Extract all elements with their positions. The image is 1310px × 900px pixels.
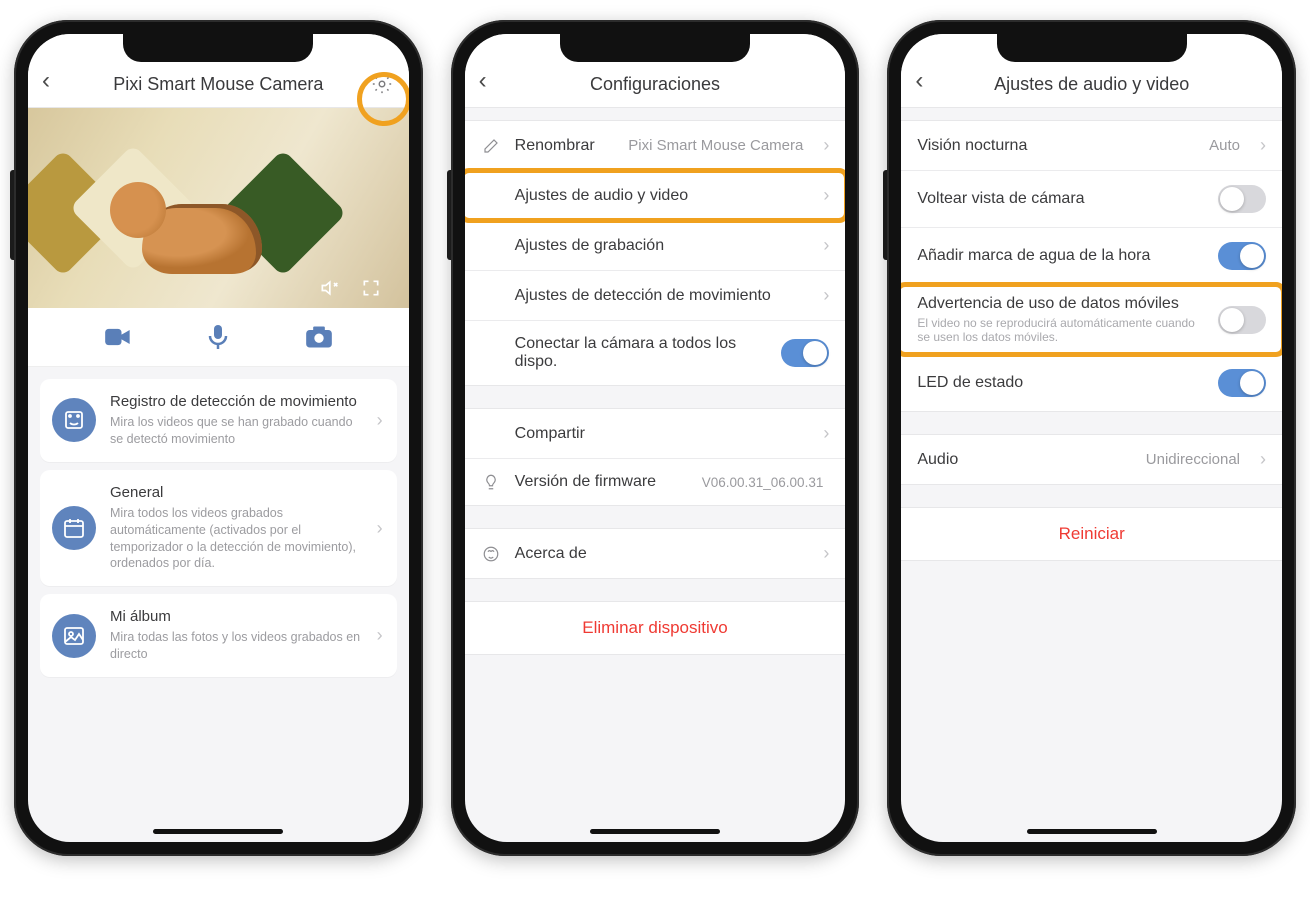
phone-frame-3: ‹ Ajustes de audio y video Visión noctur… bbox=[887, 20, 1296, 856]
card-title: Mi álbum bbox=[110, 608, 363, 625]
chevron-right-icon: › bbox=[823, 285, 829, 306]
fullscreen-icon[interactable] bbox=[361, 278, 381, 298]
row-value: V06.00.31_06.00.31 bbox=[702, 475, 824, 490]
card-subtitle: Mira todos los videos grabados automátic… bbox=[110, 505, 363, 573]
av-group-main: Visión nocturna Auto › Voltear vista de … bbox=[901, 120, 1282, 412]
row-label: Conectar la cámara a todos los dispo. bbox=[515, 335, 768, 371]
toggle-connect-all[interactable] bbox=[781, 339, 829, 367]
card-general[interactable]: General Mira todos los videos grabados a… bbox=[40, 470, 397, 587]
callout-circle bbox=[357, 72, 409, 126]
row-status-led[interactable]: LED de estado bbox=[901, 355, 1282, 411]
phone-frame-1: ‹ Pixi Smart Mouse Camera bbox=[14, 20, 423, 856]
row-label: Audio bbox=[917, 451, 1131, 469]
snapshot-button[interactable] bbox=[304, 324, 334, 350]
chevron-right-icon: › bbox=[377, 410, 383, 431]
row-label: Advertencia de uso de datos móviles bbox=[917, 295, 1204, 313]
chevron-right-icon: › bbox=[377, 518, 383, 539]
row-label: LED de estado bbox=[917, 374, 1204, 392]
restart-button[interactable]: Reiniciar bbox=[901, 507, 1282, 561]
row-label: Añadir marca de agua de la hora bbox=[917, 247, 1204, 265]
page-title: Pixi Smart Mouse Camera bbox=[68, 74, 369, 95]
screen-3: ‹ Ajustes de audio y video Visión noctur… bbox=[901, 34, 1282, 842]
row-label: Ajustes de grabación bbox=[515, 237, 810, 255]
row-value: Auto bbox=[1209, 137, 1240, 154]
row-audio-video[interactable]: Ajustes de audio y video › bbox=[465, 171, 846, 221]
recordings-list: Registro de detección de movimiento Mira… bbox=[28, 367, 409, 697]
row-label: Visión nocturna bbox=[917, 137, 1195, 155]
chevron-right-icon: › bbox=[1260, 135, 1266, 156]
chevron-right-icon: › bbox=[823, 185, 829, 206]
screen-2: ‹ Configuraciones Renombrar Pixi Smart M… bbox=[465, 34, 846, 842]
row-night-vision[interactable]: Visión nocturna Auto › bbox=[901, 121, 1282, 171]
chevron-right-icon: › bbox=[823, 423, 829, 444]
row-label: Voltear vista de cámara bbox=[917, 190, 1204, 208]
notch bbox=[560, 34, 750, 62]
settings-group-about: Acerca de › bbox=[465, 528, 846, 579]
chevron-right-icon: › bbox=[1260, 449, 1266, 470]
home-indicator[interactable] bbox=[590, 829, 720, 834]
chevron-right-icon: › bbox=[823, 543, 829, 564]
album-icon bbox=[52, 614, 96, 658]
row-label: Renombrar bbox=[515, 137, 615, 155]
home-indicator[interactable] bbox=[1027, 829, 1157, 834]
camera-feed[interactable] bbox=[28, 108, 409, 308]
chevron-right-icon: › bbox=[377, 625, 383, 646]
card-subtitle: Mira los videos que se han grabado cuand… bbox=[110, 414, 363, 448]
row-recording[interactable]: Ajustes de grabación › bbox=[465, 221, 846, 271]
notch bbox=[123, 34, 313, 62]
row-about[interactable]: Acerca de › bbox=[465, 529, 846, 578]
row-value: Unidireccional bbox=[1146, 451, 1240, 468]
row-audio[interactable]: Audio Unidireccional › bbox=[901, 435, 1282, 484]
info-icon bbox=[481, 545, 501, 563]
page-title: Ajustes de audio y video bbox=[941, 74, 1242, 95]
edit-icon bbox=[481, 137, 501, 155]
row-value: Pixi Smart Mouse Camera bbox=[628, 137, 803, 154]
settings-group-main: Renombrar Pixi Smart Mouse Camera › Ajus… bbox=[465, 120, 846, 386]
card-title: Registro de detección de movimiento bbox=[110, 393, 363, 410]
row-motion-detection[interactable]: Ajustes de detección de movimiento › bbox=[465, 271, 846, 321]
mic-button[interactable] bbox=[203, 324, 233, 350]
settings-group-info: Compartir › Versión de firmware V06.00.3… bbox=[465, 408, 846, 506]
chevron-right-icon: › bbox=[823, 235, 829, 256]
motion-icon bbox=[52, 398, 96, 442]
row-connect-all[interactable]: Conectar la cámara a todos los dispo. bbox=[465, 321, 846, 385]
delete-device-button[interactable]: Eliminar dispositivo bbox=[465, 601, 846, 655]
back-button[interactable]: ‹ bbox=[479, 67, 505, 95]
chevron-right-icon: › bbox=[823, 135, 829, 156]
toggle-flip[interactable] bbox=[1218, 185, 1266, 213]
card-album[interactable]: Mi álbum Mira todas las fotos y los vide… bbox=[40, 594, 397, 677]
notch bbox=[997, 34, 1187, 62]
av-group-audio: Audio Unidireccional › bbox=[901, 434, 1282, 485]
back-button[interactable]: ‹ bbox=[915, 67, 941, 95]
page-title: Configuraciones bbox=[505, 74, 806, 95]
row-rename[interactable]: Renombrar Pixi Smart Mouse Camera › bbox=[465, 121, 846, 171]
toggle-watermark[interactable] bbox=[1218, 242, 1266, 270]
record-button[interactable] bbox=[103, 324, 133, 350]
toggle-led[interactable] bbox=[1218, 369, 1266, 397]
card-title: General bbox=[110, 484, 363, 501]
row-label: Ajustes de detección de movimiento bbox=[515, 287, 810, 305]
screen-1: ‹ Pixi Smart Mouse Camera bbox=[28, 34, 409, 842]
toggle-mobile-warning[interactable] bbox=[1218, 306, 1266, 334]
row-label: Acerca de bbox=[515, 545, 810, 563]
card-motion[interactable]: Registro de detección de movimiento Mira… bbox=[40, 379, 397, 462]
home-indicator[interactable] bbox=[153, 829, 283, 834]
row-share[interactable]: Compartir › bbox=[465, 409, 846, 459]
mute-icon[interactable] bbox=[319, 278, 339, 298]
row-mobile-warning[interactable]: Advertencia de uso de datos móviles El v… bbox=[901, 285, 1282, 355]
video-content bbox=[142, 204, 262, 274]
phone-frame-2: ‹ Configuraciones Renombrar Pixi Smart M… bbox=[451, 20, 860, 856]
action-bar bbox=[28, 308, 409, 367]
row-label: Versión de firmware bbox=[515, 473, 688, 491]
row-subtitle: El video no se reproducirá automáticamen… bbox=[917, 316, 1204, 344]
card-subtitle: Mira todas las fotos y los videos grabad… bbox=[110, 629, 363, 663]
row-label: Compartir bbox=[515, 425, 810, 443]
back-button[interactable]: ‹ bbox=[42, 67, 68, 95]
row-label: Ajustes de audio y video bbox=[515, 187, 810, 205]
bulb-icon bbox=[481, 473, 501, 491]
row-flip-view[interactable]: Voltear vista de cámara bbox=[901, 171, 1282, 228]
calendar-icon bbox=[52, 506, 96, 550]
row-watermark[interactable]: Añadir marca de agua de la hora bbox=[901, 228, 1282, 285]
row-firmware[interactable]: Versión de firmware V06.00.31_06.00.31 bbox=[465, 459, 846, 505]
